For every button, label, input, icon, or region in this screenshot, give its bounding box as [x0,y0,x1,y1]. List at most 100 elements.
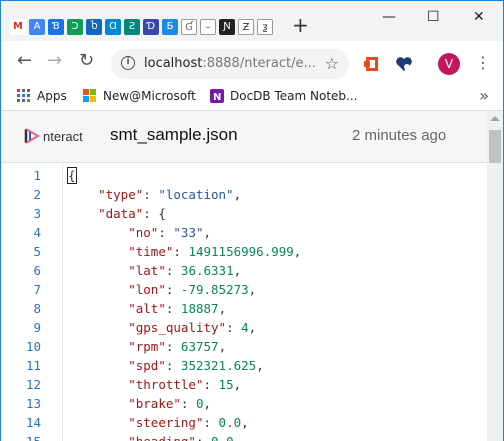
scroll-up-arrow-icon[interactable] [490,116,500,121]
maximize-button[interactable]: ☐ [427,9,440,25]
site-info-icon[interactable]: i [121,56,135,70]
line-number: 4 [33,225,41,240]
heart-extension-icon[interactable] [395,55,413,73]
tab-favicon-icon[interactable]: ƺ [257,19,273,35]
code-line[interactable]: 9 "gps_quality": 4, [1,318,487,337]
onenote-icon: N [210,89,224,103]
code-line[interactable]: 1{ [1,166,487,185]
code-text: "alt": 18887, [128,301,227,316]
line-number: 9 [33,320,41,335]
reload-button[interactable]: ↻ [79,52,94,70]
forward-button[interactable]: → [47,52,62,70]
tab-favicon-icon[interactable]: Ɗ [143,19,159,35]
tab-favicon-icon[interactable]: Ƨ [124,19,140,35]
logo-text: nteract [43,128,83,144]
gmail-tab-icon[interactable]: M [10,19,26,35]
code-line[interactable]: 13 "brake": 0, [1,394,487,413]
office-extension-icon[interactable] [363,55,381,73]
apps-grid-icon [17,89,30,102]
minimize-button[interactable]: — [382,9,396,25]
code-text: "type": "location", [98,187,242,202]
more-bookmarks-icon[interactable]: » [479,86,489,105]
browser-tab-strip: M A Ɓ Ɔ Ⴆ Ɑ Ƨ Ɗ Ƃ Ɠ – Ɲ Ƶ ƺ + — ☐ ✕ [1,1,503,41]
bookmark-label: New@Microsoft [103,89,196,103]
tab-favicon-icon[interactable]: Ƃ [162,19,178,35]
tab-favicon-icon[interactable]: Ɔ [67,19,83,35]
address-bar[interactable]: i localhost:8888/nteract/e... ☆ [111,49,349,79]
code-line[interactable]: 5 "time": 1491156996.999, [1,242,487,261]
line-number: 6 [33,263,41,278]
code-text: "spd": 352321.625, [128,358,264,373]
line-number: 5 [33,244,41,259]
line-number: 1 [33,168,41,183]
code-text: "heading": 0.0, [68,432,241,441]
vertical-scrollbar[interactable] [487,111,503,441]
microsoft-logo-icon [83,89,96,102]
line-number: 8 [33,301,41,316]
tab-favicons: M A Ɓ Ɔ Ⴆ Ɑ Ƨ Ɗ Ƃ Ɠ – Ɲ Ƶ ƺ [10,19,276,35]
code-text: "lat": 36.6331, [128,263,242,278]
code-text: "steering": 0.0, [128,415,249,430]
bookmark-new-microsoft[interactable]: New@Microsoft [83,89,196,103]
code-line[interactable]: 2 "type": "location", [1,185,487,204]
nteract-logo[interactable]: nteract [23,127,83,145]
new-tab-button[interactable]: + [292,15,309,35]
code-line[interactable]: 15 "heading": 0.0, [1,432,487,441]
code-text: "time": 1491156996.999, [128,244,302,259]
bookmark-star-icon[interactable]: ☆ [325,54,339,73]
tab-favicon-icon[interactable]: A [29,19,45,35]
code-line[interactable]: 11 "spd": 352321.625, [1,356,487,375]
last-modified: 2 minutes ago [352,127,447,144]
line-number: 7 [33,282,41,297]
close-window-button[interactable]: ✕ [473,9,485,25]
code-text: "throttle": 15, [128,377,242,392]
line-number: 12 [25,377,41,392]
tab-favicon-icon[interactable]: Ɑ [105,19,121,35]
code-line[interactable]: 10 "rpm": 63757, [1,337,487,356]
scrollbar-thumb[interactable] [489,130,501,163]
bookmark-label: Apps [37,89,67,103]
code-text: { [67,167,77,184]
profile-avatar[interactable]: V [438,53,460,75]
line-number: 3 [33,206,41,221]
tab-favicon-icon[interactable]: Ɲ [219,19,235,35]
code-text: "brake": 0, [128,396,212,411]
code-text: "gps_quality": 4, [128,320,257,335]
code-editor[interactable]: 1{2 "type": "location", 3 "data": {4 "no"… [1,164,487,441]
code-line[interactable]: 12 "throttle": 15, [1,375,487,394]
line-number: 13 [25,396,41,411]
tab-favicon-icon[interactable]: Ƶ [238,19,254,35]
tab-favicon-icon[interactable]: Ⴆ [86,19,102,35]
code-line[interactable]: 7 "lon": -79.85273, [1,280,487,299]
line-number: 2 [33,187,41,202]
file-name[interactable]: smt_sample.json [110,125,238,145]
line-number: 11 [25,358,41,373]
address-url[interactable]: localhost:8888/nteract/e... [144,56,316,71]
code-line[interactable]: 14 "steering": 0.0, [1,413,487,432]
browser-menu-icon[interactable]: ⋮ [475,53,491,73]
code-line[interactable]: 8 "alt": 18887, [1,299,487,318]
bookmark-docdb-team-notebook[interactable]: N DocDB Team Noteb... [210,89,357,103]
code-text: "rpm": 63757, [128,339,227,354]
svg-text:N: N [213,92,221,103]
nteract-logo-icon [24,128,40,144]
line-number: 15 [1,432,41,441]
code-text: "no": "33", [128,225,212,240]
url-path: :8888/nteract/e... [202,56,316,71]
bookmark-apps[interactable]: Apps [17,89,67,103]
code-line[interactable]: 6 "lat": 36.6331, [1,261,487,280]
line-number: 14 [25,415,41,430]
code-text: "data": { [98,206,166,221]
code-text: "lon": -79.85273, [128,282,257,297]
code-line[interactable]: 3 "data": { [1,204,487,223]
tab-favicon-icon[interactable]: Ɠ [181,19,197,35]
back-button[interactable]: ← [17,52,32,70]
app-header: nteract smt_sample.json 2 minutes ago [1,111,487,163]
bookmarks-bar: Apps New@Microsoft N DocDB Team Noteb...… [1,83,503,111]
line-number: 10 [25,339,41,354]
tab-favicon-icon[interactable]: Ɓ [48,19,64,35]
code-line[interactable]: 4 "no": "33", [1,223,487,242]
bookmark-label: DocDB Team Noteb... [230,89,358,103]
tab-favicon-icon[interactable]: – [200,19,216,35]
url-host: localhost [144,56,203,71]
